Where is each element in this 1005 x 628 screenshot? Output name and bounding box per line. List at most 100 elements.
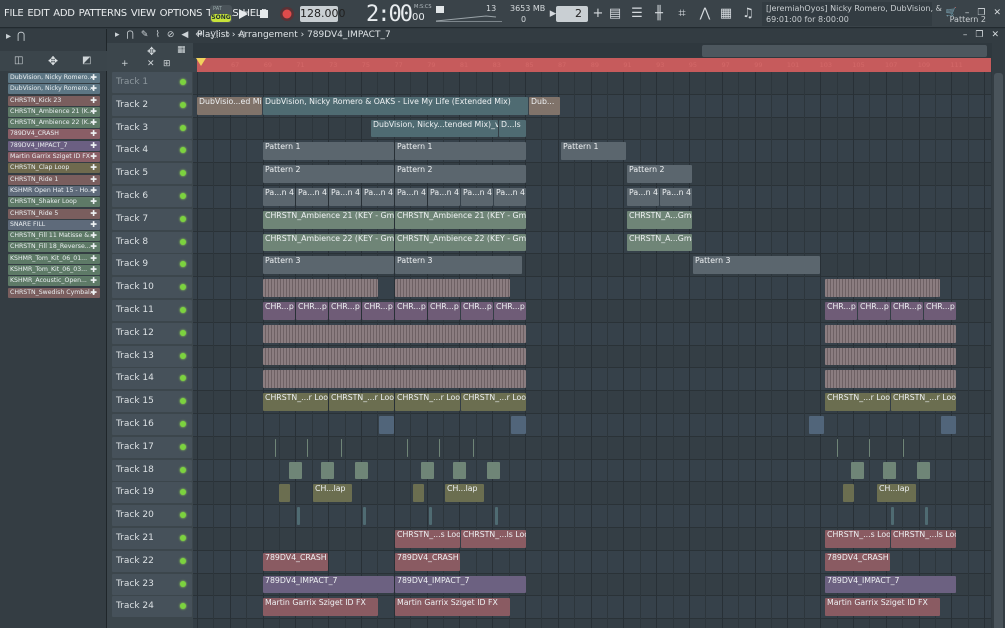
- playlist-clip[interactable]: [825, 347, 956, 366]
- playlist-clip[interactable]: [891, 507, 894, 525]
- track-header[interactable]: Track 10: [112, 277, 192, 299]
- picker-move-icon[interactable]: ✥: [48, 54, 58, 68]
- song-time-display[interactable]: 2:00: [366, 2, 413, 27]
- playlist-clip[interactable]: [263, 324, 526, 343]
- plugin-picker-icon[interactable]: ⌗: [674, 6, 690, 22]
- picker-item[interactable]: CHRSTN_Ambience 21 (K... ✚: [8, 106, 100, 117]
- picker-item[interactable]: KSHMR_Tom_Kit_06_01... ✚: [8, 253, 100, 264]
- track-header[interactable]: Track 24: [112, 596, 192, 618]
- playlist-clip[interactable]: CHRSTN_Ambience 22 (KEY - Gmaj): [395, 233, 526, 252]
- track-mute-led[interactable]: [180, 193, 186, 199]
- playlist-clip[interactable]: [439, 438, 440, 457]
- playlist-clip[interactable]: CHR...p: [395, 302, 427, 320]
- playlist-clip[interactable]: Pattern 2: [395, 165, 526, 183]
- track-mute-led[interactable]: [180, 580, 186, 587]
- track-mute-led[interactable]: [180, 466, 186, 473]
- add-clip-icon[interactable]: ✚: [90, 197, 97, 207]
- playlist-clip[interactable]: [263, 279, 378, 297]
- playlist-clip[interactable]: [495, 507, 498, 525]
- playlist-clip[interactable]: CHRSTN_A...Gmaj): [627, 233, 692, 252]
- playlist-clip[interactable]: [379, 416, 394, 434]
- playlist-clip[interactable]: CHRSTN_...ls Loop: [891, 530, 956, 548]
- add-clip-icon[interactable]: ✚: [90, 118, 97, 128]
- track-header[interactable]: Track 16: [112, 414, 192, 435]
- snap-selector[interactable]: 2: [556, 6, 588, 22]
- playlist-clip[interactable]: CHRSTN_Ambience 22 (KEY - Gmaj): [263, 233, 394, 252]
- playlist-clip[interactable]: 789DV4_IMPACT_7: [395, 575, 526, 594]
- track-header[interactable]: Track 7: [112, 208, 192, 230]
- track-header[interactable]: Track 5: [112, 163, 192, 185]
- cut-icon[interactable]: ✕: [147, 59, 155, 69]
- track-mute-led[interactable]: [180, 101, 186, 108]
- playlist-clip[interactable]: CHR...p: [924, 302, 956, 320]
- add-clip-icon[interactable]: ✚: [90, 209, 97, 219]
- playlist-clip[interactable]: [275, 438, 276, 457]
- playlist-clip[interactable]: [289, 461, 302, 480]
- picker-item[interactable]: 789DV4_CRASH ✚: [8, 129, 100, 140]
- picker-item[interactable]: KSHMR Open Hat 15 - Ho... ✚: [8, 185, 100, 196]
- track-header[interactable]: Track 15: [112, 391, 192, 413]
- track-mute-led[interactable]: [180, 124, 186, 131]
- track-mute-led[interactable]: [180, 421, 186, 427]
- track-header[interactable]: Track 22: [112, 550, 192, 572]
- track-header[interactable]: Track 9: [112, 254, 192, 276]
- minimize-icon[interactable]: –: [965, 8, 970, 18]
- playlist-clip[interactable]: CHRSTN_...r Loop: [329, 393, 394, 411]
- picker-item[interactable]: CHRSTN_Fill 11 Matisse &... ✚: [8, 231, 100, 242]
- playlist-clip[interactable]: Pa...n 4: [428, 188, 460, 206]
- arrangement-overview-scrollbar[interactable]: [702, 45, 987, 57]
- track-header[interactable]: Track 6: [112, 186, 192, 207]
- loop-region[interactable]: [197, 58, 991, 72]
- playlist-clip[interactable]: [851, 461, 864, 480]
- arrow-icon[interactable]: ▸: [6, 31, 11, 42]
- breadcrumb-pattern[interactable]: 789DV4_IMPACT_7: [307, 30, 391, 40]
- mute-icon[interactable]: ⊘: [167, 30, 175, 40]
- add-clip-icon[interactable]: ✚: [90, 84, 97, 94]
- menu-options[interactable]: OPTIONS: [160, 8, 203, 19]
- playlist-clip[interactable]: CHR...p: [428, 302, 460, 320]
- browser-icon[interactable]: ⋀: [697, 6, 713, 22]
- track-header[interactable]: Track 4: [112, 140, 192, 162]
- playlist-icon[interactable]: ▤: [607, 6, 623, 22]
- playlist-clip[interactable]: [903, 438, 904, 457]
- playlist-clip[interactable]: Pa...n 4: [296, 188, 328, 206]
- channel-rack-icon[interactable]: ☰: [629, 6, 645, 22]
- playlist-clip[interactable]: [825, 370, 956, 389]
- playlist-clip[interactable]: Pa...n 4: [627, 188, 659, 206]
- track-header[interactable]: Track 14: [112, 368, 192, 390]
- track-mute-led[interactable]: [180, 261, 186, 268]
- scrollbar-thumb[interactable]: [994, 73, 1003, 628]
- play-button[interactable]: [236, 4, 250, 24]
- playlist-clip[interactable]: [429, 507, 432, 525]
- track-mute-led[interactable]: [180, 307, 186, 313]
- playlist-clip[interactable]: [421, 461, 434, 480]
- track-mute-led[interactable]: [180, 238, 186, 245]
- playlist-clip[interactable]: D...ls: [499, 119, 526, 138]
- track-header[interactable]: Track 3: [112, 117, 192, 139]
- playlist-clip[interactable]: CHRSTN_...s Loop: [825, 530, 890, 548]
- playlist-clip[interactable]: CHR...p: [461, 302, 493, 320]
- record-button[interactable]: [278, 4, 296, 24]
- playlist-arrow-icon[interactable]: ▸: [115, 30, 120, 40]
- track-mute-led[interactable]: [180, 535, 186, 541]
- track-header[interactable]: Track 19: [112, 482, 192, 504]
- playlist-clip[interactable]: 789DV4_CRASH: [395, 552, 460, 571]
- playlist-clip[interactable]: Pattern 2: [627, 165, 692, 183]
- snap-plus-icon[interactable]: +: [590, 6, 606, 22]
- playlist-clip[interactable]: Pa...n 4: [329, 188, 361, 206]
- menu-patterns[interactable]: PATTERNS: [79, 8, 128, 19]
- track-mute-led[interactable]: [180, 375, 186, 382]
- vertical-scrollbar[interactable]: [992, 43, 1005, 628]
- playlist-clip[interactable]: [355, 461, 368, 480]
- track-mute-led[interactable]: [180, 489, 186, 496]
- add-track-icon[interactable]: +: [121, 59, 129, 69]
- playlist-clip[interactable]: Pattern 1: [395, 142, 526, 161]
- piano-roll-icon[interactable]: ▦: [718, 6, 734, 22]
- track-header[interactable]: Track 18: [112, 459, 192, 481]
- picker-item[interactable]: CHRSTN_Ride 5 ✚: [8, 208, 100, 219]
- add-clip-icon[interactable]: ✚: [90, 175, 97, 185]
- playlist-clip[interactable]: CH...lap: [313, 484, 352, 503]
- pencil-icon[interactable]: ✎: [141, 30, 149, 40]
- playlist-clip[interactable]: CHR...p: [329, 302, 361, 320]
- add-clip-icon[interactable]: ✚: [90, 141, 97, 151]
